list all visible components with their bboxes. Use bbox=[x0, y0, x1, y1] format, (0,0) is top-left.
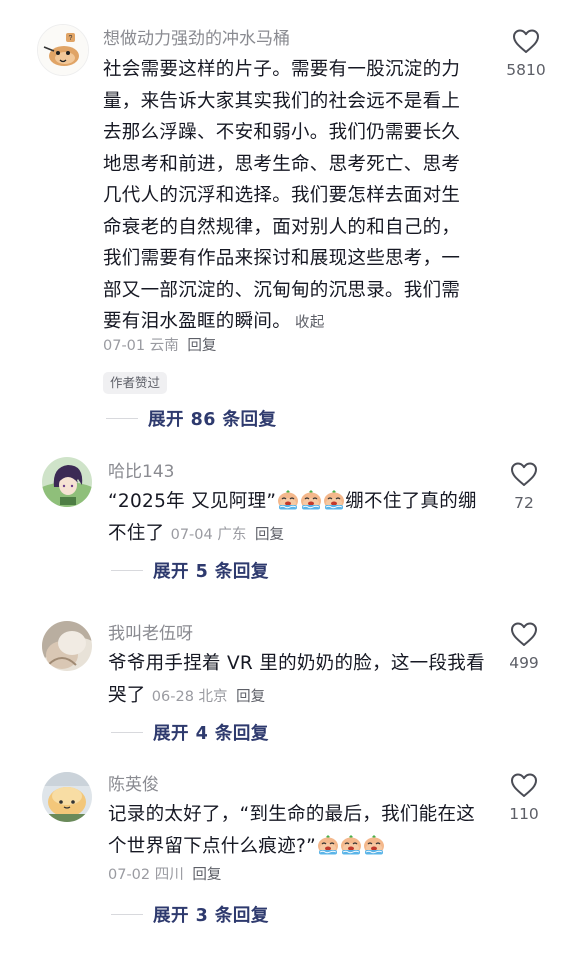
divider bbox=[111, 914, 143, 915]
username[interactable]: 哈比143 bbox=[108, 461, 174, 483]
divider bbox=[111, 570, 143, 571]
comment-text-end: 个世界留下点什么痕迹?” bbox=[108, 835, 317, 857]
expand-replies-button[interactable]: 展开 4 条回复 bbox=[111, 720, 269, 745]
comment-meta: 07-02 四川 回复 bbox=[108, 865, 221, 885]
comment-text[interactable]: 爷爷用手捏着 VR 里的奶奶的脸，这一段我看 哭了 06-28 北京 回复 bbox=[108, 648, 488, 713]
comment-line: 命衰老的自然规律，面对别人的和自己的， bbox=[103, 216, 461, 238]
comment-text[interactable]: “2025年 又见阿理” 绷不住了真的绷 不住了 07-04 广东 回复 bbox=[108, 486, 488, 551]
divider bbox=[106, 418, 138, 419]
like-button[interactable]: 72 bbox=[494, 461, 554, 513]
svg-text:?: ? bbox=[69, 35, 73, 42]
avatar[interactable] bbox=[42, 457, 92, 507]
comment-line: 社会需要这样的片子。需要有一股沉淀的力 bbox=[103, 59, 461, 80]
like-count: 110 bbox=[509, 805, 539, 823]
comment-text[interactable]: 记录的太好了，“到生命的最后，我们能在这 个世界留下点什么痕迹?” bbox=[108, 799, 488, 862]
comment-line: 记录的太好了，“到生命的最后，我们能在这 bbox=[108, 804, 476, 825]
heart-outline-icon bbox=[510, 461, 538, 487]
comment-date: 06-28 bbox=[151, 688, 194, 705]
comment-location: 广东 bbox=[217, 526, 247, 543]
comment-text-end: 不住了 bbox=[108, 522, 165, 544]
comment-line: 不住了 07-04 广东 回复 bbox=[108, 518, 488, 552]
comment-line: 量，来告诉大家其实我们的社会远不是看上 bbox=[103, 90, 461, 112]
comment-item: 哈比143 “2025年 又见阿理” 绷不住了真的绷 不住了 07-04 广东 回… bbox=[0, 440, 574, 600]
like-button[interactable]: 5810 bbox=[496, 28, 556, 80]
expand-replies-label: 展开 4 条回复 bbox=[153, 724, 269, 744]
expand-replies-button[interactable]: 展开 86 条回复 bbox=[106, 406, 277, 431]
divider bbox=[111, 732, 143, 733]
collapse-link[interactable]: 收起 bbox=[295, 315, 325, 331]
avatar[interactable]: ? bbox=[37, 24, 89, 76]
comment-line: 哭了 06-28 北京 回复 bbox=[108, 680, 488, 714]
comment-line: 爷爷用手捏着 VR 里的奶奶的脸，这一段我看 bbox=[108, 653, 485, 674]
expand-replies-button[interactable]: 展开 5 条回复 bbox=[111, 558, 269, 583]
comment-line: 我们需要有作品来探讨和展现这些思考，一 bbox=[103, 248, 461, 269]
comment-line: 几代人的沉浮和选择。我们要怎样去面对生 bbox=[103, 185, 461, 206]
username[interactable]: 想做动力强劲的冲水马桶 bbox=[103, 28, 290, 50]
reply-button[interactable]: 回复 bbox=[236, 689, 265, 705]
like-button[interactable]: 499 bbox=[494, 621, 554, 673]
reply-button[interactable]: 回复 bbox=[255, 527, 284, 543]
comment-location: 北京 bbox=[198, 688, 228, 705]
crying-emoji-icon bbox=[277, 490, 299, 510]
crying-emoji-icon bbox=[323, 490, 345, 510]
comment-line-last: 要有泪水盈眶的瞬间。 bbox=[103, 311, 292, 332]
like-button[interactable]: 110 bbox=[494, 772, 554, 824]
heart-outline-icon bbox=[510, 772, 538, 798]
expand-replies-label: 展开 3 条回复 bbox=[153, 906, 269, 926]
author-liked-badge: 作者赞过 bbox=[103, 372, 168, 394]
comment-date: 07-04 bbox=[170, 526, 213, 543]
comment-item: 我叫老伍呀 爷爷用手捏着 VR 里的奶奶的脸，这一段我看 哭了 06-28 北京… bbox=[0, 600, 574, 760]
crying-emoji-icon bbox=[363, 835, 385, 855]
comment-date: 07-02 bbox=[108, 867, 151, 883]
username[interactable]: 陈英俊 bbox=[108, 774, 159, 796]
comment-line: 部又一部沉淀的、沉甸甸的沉思录。我们需 bbox=[103, 279, 461, 301]
crying-emoji-icon bbox=[300, 490, 322, 510]
comment-line: “2025年 又见阿理” 绷不住了真的绷 bbox=[108, 486, 488, 518]
avatar[interactable] bbox=[42, 621, 92, 671]
crying-emoji-icon bbox=[340, 835, 362, 855]
like-count: 499 bbox=[509, 654, 539, 672]
comment-item: ? 想做动力强劲的冲水马桶 社会需要这样的片子。需要有一股沉淀的力 量，来告诉大… bbox=[0, 0, 574, 440]
expand-replies-label: 展开 86 条回复 bbox=[148, 410, 277, 430]
comment-text-end: 哭了 bbox=[108, 684, 146, 706]
comment-date: 07-01 bbox=[103, 338, 146, 354]
crying-emoji-icon bbox=[317, 835, 339, 855]
reply-button[interactable]: 回复 bbox=[187, 338, 216, 354]
avatar[interactable] bbox=[42, 772, 92, 822]
comment-line: 地思考和前进，思考生命、思考死亡、思考 bbox=[103, 153, 461, 175]
comment-text[interactable]: 社会需要这样的片子。需要有一股沉淀的力 量，来告诉大家其实我们的社会远不是看上 … bbox=[103, 54, 483, 340]
heart-outline-icon bbox=[510, 621, 538, 647]
reply-button[interactable]: 回复 bbox=[192, 867, 221, 883]
comment-quote: “2025年 又见阿理” bbox=[108, 491, 277, 512]
comment-meta: 07-01 云南 回复 bbox=[103, 336, 216, 356]
expand-replies-button[interactable]: 展开 3 条回复 bbox=[111, 902, 269, 927]
comment-meta: 06-28 北京 回复 bbox=[152, 689, 265, 705]
comment-meta: 07-04 广东 回复 bbox=[171, 527, 284, 543]
like-count: 72 bbox=[514, 494, 534, 512]
username[interactable]: 我叫老伍呀 bbox=[108, 623, 193, 645]
comment-location: 四川 bbox=[154, 867, 184, 883]
comment-location: 云南 bbox=[149, 338, 179, 354]
heart-outline-icon bbox=[512, 28, 540, 54]
comment-line: 个世界留下点什么痕迹?” bbox=[108, 831, 488, 863]
comment-line: 要有泪水盈眶的瞬间。 收起 bbox=[103, 306, 483, 340]
comment-text-tail: 绷不住了真的绷 bbox=[345, 491, 477, 512]
expand-replies-label: 展开 5 条回复 bbox=[153, 562, 269, 582]
like-count: 5810 bbox=[506, 61, 546, 79]
comment-item: 陈英俊 记录的太好了，“到生命的最后，我们能在这 个世界留下点什么痕迹?” 07… bbox=[0, 760, 574, 954]
comment-line: 去那么浮躁、不安和弱小。我们仍需要长久 bbox=[103, 122, 461, 143]
